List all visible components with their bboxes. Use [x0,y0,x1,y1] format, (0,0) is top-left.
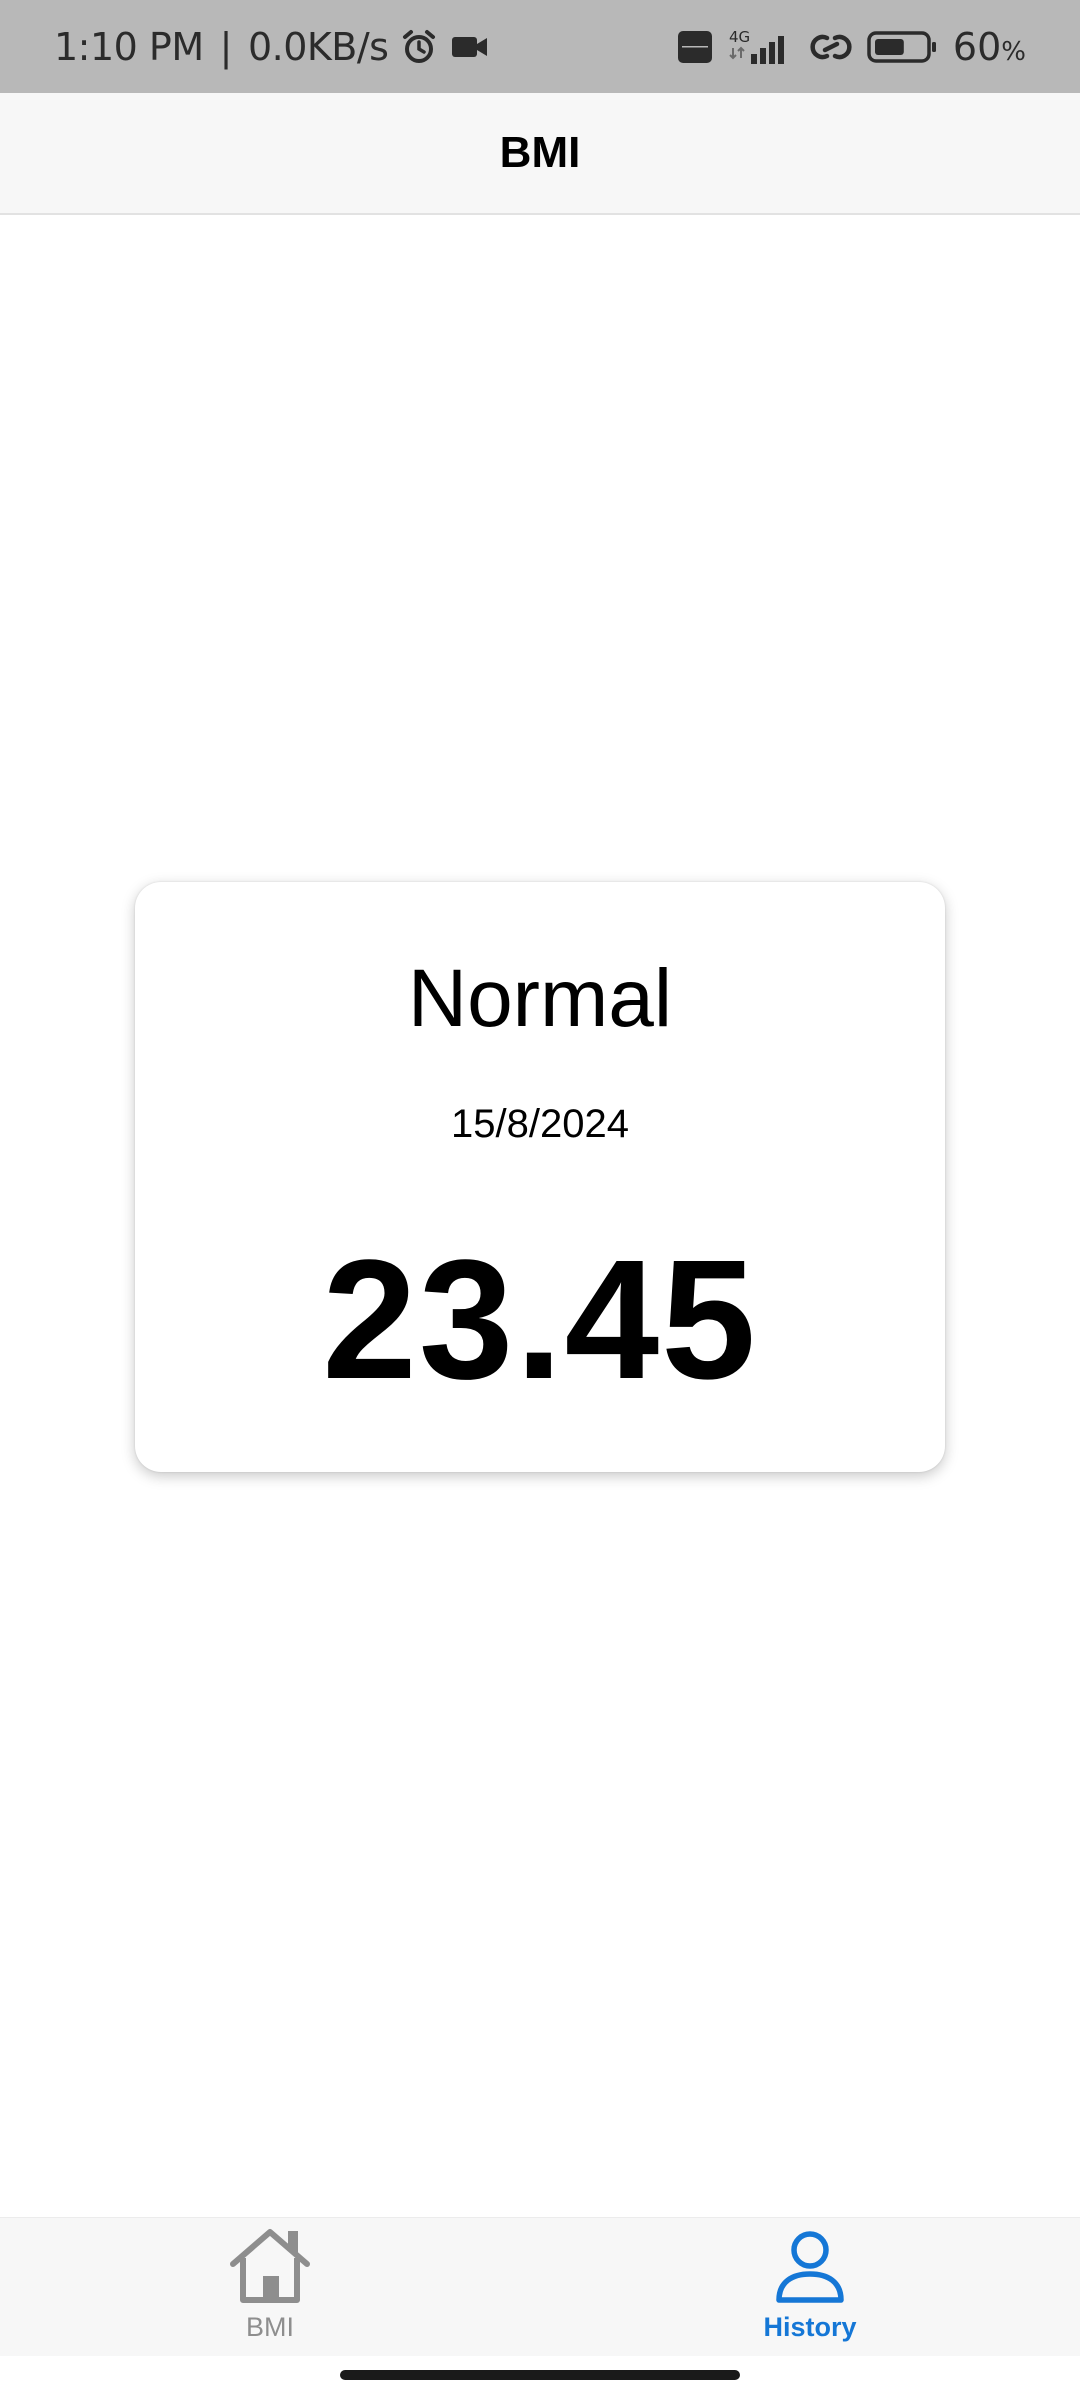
status-time: 1:10 PM [54,24,204,69]
home-icon [227,2226,313,2306]
bmi-result-card: Normal 15/8/2024 23.45 [135,882,945,1472]
video-camera-icon [450,32,490,62]
status-left: 1:10 PM | 0.0KB/s [54,0,490,93]
home-indicator[interactable] [340,2370,740,2380]
tab-history[interactable]: History [540,2218,1080,2356]
status-separator: | [219,24,233,69]
bottom-tab-bar: BMI History [0,2217,1080,2356]
alarm-icon [400,28,438,66]
link-icon [809,30,853,64]
battery-icon [867,30,939,64]
page-title: BMI [499,128,581,177]
app-header: BMI [0,93,1080,215]
battery-percent: 60% [952,24,1026,69]
result-date: 15/8/2024 [451,1102,629,1146]
bmi-value: 23.45 [322,1225,758,1415]
network-type-label: 4G [729,28,750,46]
status-bar: 1:10 PM | 0.0KB/s 4G 60% [0,0,1080,93]
bmi-category: Normal [407,953,673,1044]
volte-icon [677,30,713,64]
signal-4g-icon: 4G [727,28,795,66]
person-icon [770,2226,850,2306]
tab-bmi[interactable]: BMI [0,2218,540,2356]
network-speed: 0.0KB/s [247,24,389,69]
tab-history-label: History [763,2312,857,2342]
tab-bmi-label: BMI [245,2312,294,2342]
status-right: 4G 60% [677,0,1026,93]
